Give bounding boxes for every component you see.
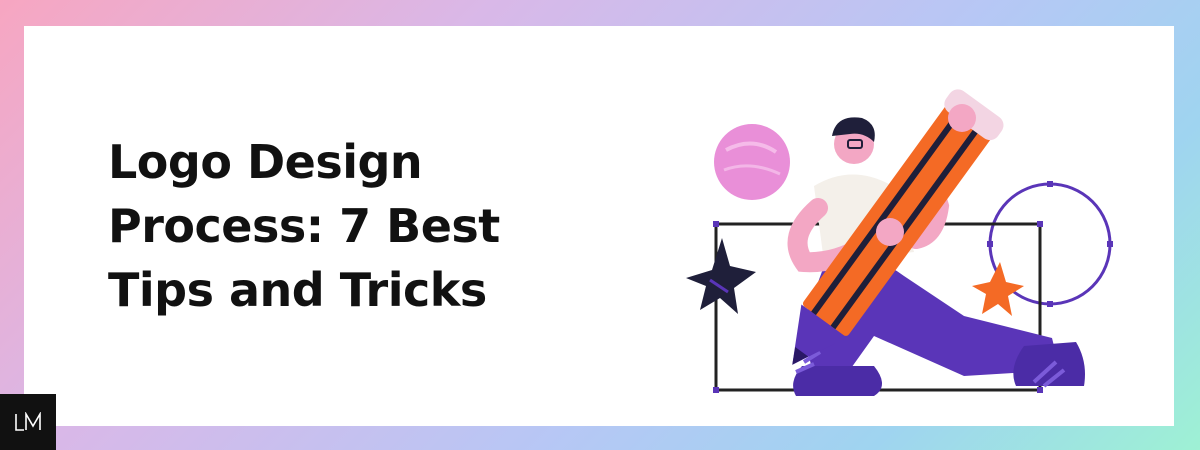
page-title: Logo Design Process: 7 Best Tips and Tri…: [108, 130, 628, 322]
title-line-3: Tips and Tricks: [108, 263, 487, 317]
orange-star-icon: [972, 262, 1024, 316]
title-line-2: Process: 7 Best: [108, 199, 500, 253]
title-line-1: Logo Design: [108, 135, 423, 189]
content-card: Logo Design Process: 7 Best Tips and Tri…: [24, 26, 1174, 426]
designer-illustration: [686, 89, 1113, 396]
gradient-frame: Logo Design Process: 7 Best Tips and Tri…: [0, 0, 1200, 450]
pink-sphere-icon: [714, 124, 790, 200]
dark-star-icon: [686, 238, 756, 314]
lm-logo-icon: [15, 412, 41, 431]
brand-logo: [0, 394, 56, 450]
